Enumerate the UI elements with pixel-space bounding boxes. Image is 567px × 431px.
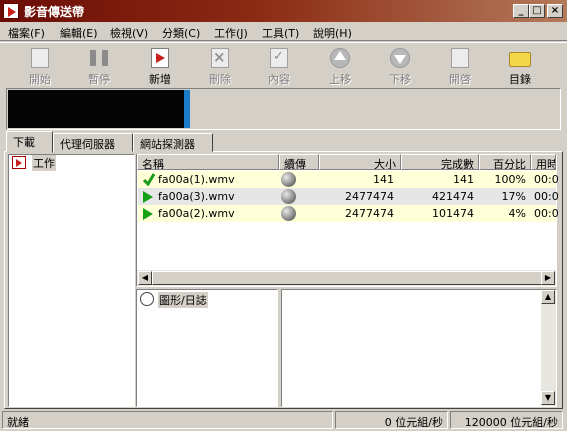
delete-icon: ×	[211, 48, 229, 68]
log-pane[interactable]	[281, 289, 557, 407]
file-name: fa00a(1).wmv	[158, 173, 235, 186]
scroll-down-button[interactable]: ▼	[541, 391, 555, 405]
pause-button[interactable]: 暫停	[76, 45, 122, 87]
close-button[interactable]: ×	[547, 4, 563, 18]
start-icon	[31, 48, 49, 68]
col-time[interactable]: 用時	[531, 154, 556, 170]
list-hscrollbar[interactable]: ◀ ▶	[137, 270, 556, 286]
delete-label: 刪除	[209, 73, 231, 86]
title-bar[interactable]: 影音傳送帶 _ □ ×	[0, 0, 567, 22]
list-item[interactable]: fa00a(2).wmv 2477474 101474 4% 00:0	[138, 205, 559, 222]
speed-graph	[8, 90, 184, 128]
file-percent: 17%	[501, 190, 526, 203]
status-download-speed: 0 位元組/秒	[335, 411, 448, 429]
col-percent[interactable]: 百分比	[479, 154, 531, 170]
file-name: fa00a(2).wmv	[158, 207, 235, 220]
start-button[interactable]: 開始	[17, 45, 63, 87]
file-done: 421474	[432, 190, 474, 203]
add-label: 新增	[149, 73, 171, 86]
file-time: 00:0	[534, 190, 559, 203]
move-up-label: 上移	[329, 73, 351, 86]
status-upload-speed: 120000 位元組/秒	[450, 411, 563, 429]
folder-label: 目錄	[509, 73, 531, 86]
folder-icon	[509, 52, 531, 67]
menu-file[interactable]: 檔案(F)	[8, 25, 45, 41]
open-icon	[451, 48, 469, 68]
move-down-label: 下移	[389, 73, 411, 86]
menu-job[interactable]: 工作(J)	[214, 25, 248, 41]
window-title: 影音傳送帶	[24, 5, 85, 19]
col-size[interactable]: 大小	[319, 154, 401, 170]
tree-item-job[interactable]: 工作	[32, 155, 56, 171]
maximize-button[interactable]: □	[529, 4, 545, 18]
scroll-left-button[interactable]: ◀	[138, 271, 152, 285]
col-done[interactable]: 完成數	[401, 154, 479, 170]
category-tree[interactable]	[8, 154, 135, 407]
list-hscroll-thumb[interactable]	[152, 271, 542, 285]
pause-label: 暫停	[88, 73, 110, 86]
menu-tools[interactable]: 工具(T)	[262, 25, 299, 41]
menu-help[interactable]: 說明(H)	[313, 25, 352, 41]
open-button[interactable]: 開啓	[437, 45, 483, 87]
list-item[interactable]: fa00a(3).wmv 2477474 421474 17% 00:0	[138, 188, 559, 205]
play-icon	[143, 208, 153, 220]
col-name[interactable]: 名稱	[137, 154, 279, 170]
menu-edit[interactable]: 編輯(E)	[60, 25, 98, 41]
menu-category[interactable]: 分類(C)	[162, 25, 200, 41]
graph-marker	[184, 90, 190, 128]
move-up-icon	[330, 48, 350, 68]
file-done: 101474	[432, 207, 474, 220]
move-up-button[interactable]: 上移	[317, 45, 363, 87]
tab-download[interactable]: 下載	[6, 131, 53, 153]
check-icon	[143, 173, 155, 186]
pause-icon	[90, 50, 108, 66]
resume-status-icon	[281, 206, 296, 221]
add-button[interactable]: 新增	[137, 45, 183, 87]
properties-button[interactable]: ✓ 內容	[256, 45, 302, 87]
col-resume[interactable]: 續傳	[279, 154, 319, 170]
play-icon	[143, 191, 153, 203]
open-label: 開啓	[449, 73, 471, 86]
tree-item-graph-log[interactable]: 圖形/日誌	[158, 292, 208, 308]
file-done: 141	[453, 173, 474, 186]
delete-button[interactable]: × 刪除	[197, 45, 243, 87]
file-name: fa00a(3).wmv	[158, 190, 235, 203]
properties-icon: ✓	[270, 48, 288, 68]
minimize-button[interactable]: _	[513, 4, 529, 18]
scroll-right-button[interactable]: ▶	[541, 271, 555, 285]
menu-bar: 檔案(F) 編輯(E) 檢視(V) 分類(C) 工作(J) 工具(T) 說明(H…	[0, 22, 567, 41]
list-item[interactable]: fa00a(1).wmv 141 141 100% 00:0	[138, 171, 559, 188]
resume-status-icon	[281, 172, 296, 187]
file-percent: 4%	[508, 207, 526, 220]
file-percent: 100%	[494, 173, 526, 186]
file-size: 141	[373, 173, 394, 186]
move-down-button[interactable]: 下移	[377, 45, 423, 87]
log-vscrollbar[interactable]: ▲ ▼	[541, 290, 556, 406]
file-time: 00:0	[534, 207, 559, 220]
scroll-up-button[interactable]: ▲	[541, 290, 555, 304]
folder-button[interactable]: 目錄	[497, 45, 543, 87]
status-text: 就緒	[2, 411, 333, 429]
tab-site-explorer[interactable]: 網站探測器	[133, 133, 213, 152]
file-size: 2477474	[345, 190, 394, 203]
resume-status-icon	[281, 189, 296, 204]
menu-view[interactable]: 檢視(V)	[110, 25, 148, 41]
app-icon[interactable]	[3, 3, 19, 19]
job-icon	[12, 156, 26, 169]
file-size: 2477474	[345, 207, 394, 220]
toolbar: 開始 暫停 新增 × 刪除 ✓ 內容 上移 下移 開啓 目錄	[0, 42, 567, 88]
clock-icon	[140, 292, 154, 306]
file-time: 00:0	[534, 173, 559, 186]
tab-proxy[interactable]: 代理伺服器	[53, 133, 133, 152]
add-icon	[151, 48, 169, 68]
properties-label: 內容	[268, 73, 290, 86]
move-down-icon	[390, 48, 410, 68]
start-label: 開始	[29, 73, 51, 86]
